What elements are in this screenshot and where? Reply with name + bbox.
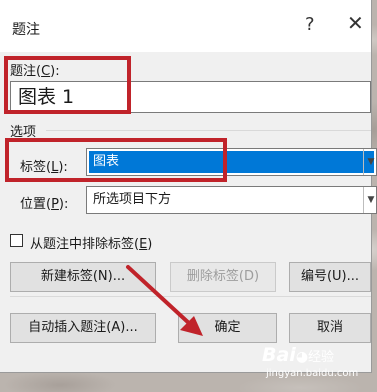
watermark-url: jingyan.baidu.com [266,368,359,379]
watermark-logo: Bai◕经验 [262,344,335,366]
annotation-arrow [126,265,203,336]
